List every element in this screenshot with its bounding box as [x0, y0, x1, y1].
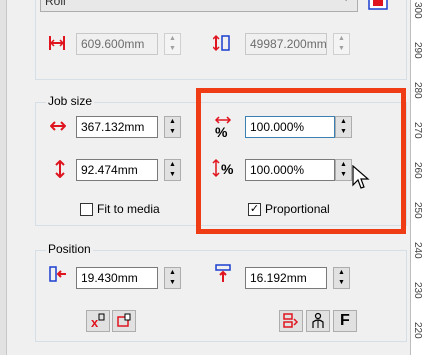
stepper-down-icon[interactable]: ▼ — [334, 44, 349, 54]
stepper-up-icon[interactable]: ▲ — [165, 117, 180, 127]
stepper-up-icon[interactable]: ▲ — [165, 160, 180, 170]
height-arrows-icon — [55, 160, 65, 178]
ruler-label: 270 — [412, 122, 423, 139]
fit-to-media-label: Fit to media — [97, 202, 160, 216]
origin-position-button[interactable] — [112, 310, 136, 332]
width-arrows-icon — [50, 121, 66, 131]
ruler-label: 230 — [412, 282, 423, 299]
ruler-label: 290 — [412, 42, 423, 59]
reset-position-button[interactable]: x — [86, 310, 110, 332]
stepper-up-icon[interactable]: ▲ — [165, 268, 180, 278]
position-title: Position — [46, 242, 93, 256]
font-button-label: F — [340, 312, 350, 329]
ruler-label: 220 — [412, 322, 423, 339]
mouse-cursor-icon — [352, 165, 370, 189]
job-width-stepper[interactable]: ▲ ▼ — [164, 116, 181, 138]
vertical-ruler: 300 290 280 270 260 250 240 230 220 — [410, 0, 438, 355]
stepper-down-icon[interactable]: ▼ — [165, 170, 180, 180]
ruler-label: 280 — [412, 82, 423, 99]
media-height-icon — [213, 34, 230, 52]
media-width-field[interactable]: 609.600mm — [76, 33, 158, 55]
x-position-stepper[interactable]: ▲ ▼ — [164, 267, 181, 289]
annotation-highlight-box — [196, 88, 406, 234]
ruler-label: 250 — [412, 202, 423, 219]
person-icon — [312, 312, 324, 328]
y-position-icon — [215, 264, 231, 282]
job-height-field[interactable]: 92.474mm — [76, 159, 158, 181]
stepper-down-icon[interactable]: ▼ — [165, 127, 180, 137]
ruler-label: 260 — [412, 162, 423, 179]
media-width-stepper[interactable]: ▲ ▼ — [164, 33, 181, 55]
ruler-label: 300 — [412, 2, 423, 19]
person-center-button[interactable] — [306, 310, 330, 332]
stepper-down-icon[interactable]: ▼ — [165, 44, 180, 54]
ruler-label: 240 — [412, 242, 423, 259]
x-position-icon — [49, 266, 66, 282]
y-position-field[interactable]: 16.192mm — [245, 267, 327, 289]
stepper-up-icon[interactable]: ▲ — [334, 268, 349, 278]
media-height-stepper[interactable]: ▲ ▼ — [333, 33, 350, 55]
media-width-icon — [49, 36, 65, 50]
stepper-down-icon[interactable]: ▼ — [165, 278, 180, 288]
job-height-stepper[interactable]: ▲ ▼ — [164, 159, 181, 181]
origin-corner-icon — [117, 313, 131, 327]
arrange-icon — [283, 313, 299, 328]
x-position-field[interactable]: 19.430mm — [76, 267, 158, 289]
stepper-down-icon[interactable]: ▼ — [334, 278, 349, 288]
media-height-field[interactable]: 49987.200mm — [245, 33, 327, 55]
job-width-field[interactable]: 367.132mm — [76, 116, 158, 138]
font-button[interactable]: F — [333, 310, 357, 332]
y-position-stepper[interactable]: ▲ ▼ — [333, 267, 350, 289]
fit-to-media-checkbox[interactable] — [80, 203, 93, 216]
svg-text:x: x — [91, 315, 99, 330]
stepper-up-icon[interactable]: ▲ — [334, 34, 349, 44]
panel-left-border — [0, 0, 7, 355]
job-size-title: Job size — [46, 94, 95, 108]
reset-position-icon: x — [91, 313, 105, 330]
arrange-button[interactable] — [279, 310, 303, 332]
stepper-up-icon[interactable]: ▲ — [165, 34, 180, 44]
